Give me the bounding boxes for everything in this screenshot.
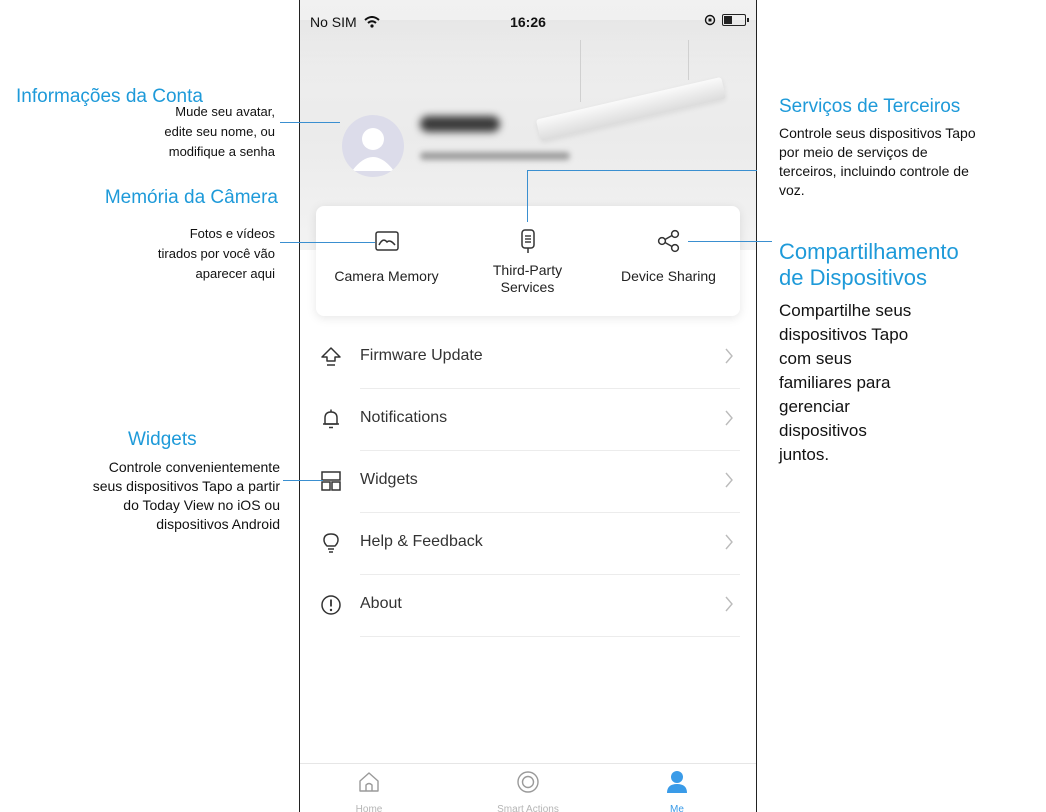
third-party-line: por meio de serviços de xyxy=(779,144,928,160)
third-party-callout-horizontal xyxy=(527,170,757,171)
menu-item-label: Notifications xyxy=(360,409,448,426)
lightbulb-icon xyxy=(323,533,339,553)
status-bar: No SIM 16:26 xyxy=(300,0,756,44)
tab-home[interactable]: Home xyxy=(309,770,429,812)
avatar[interactable] xyxy=(342,115,404,177)
third-party-line: voz. xyxy=(779,182,805,198)
third-party-services-button[interactable]: Third-Party Services xyxy=(457,206,598,316)
clock: 16:26 xyxy=(510,14,546,30)
account-name-blurred[interactable] xyxy=(420,116,500,132)
menu-item-help-feedback[interactable]: Help & Feedback xyxy=(316,513,740,575)
chevron-right-icon xyxy=(725,534,733,550)
battery-icon xyxy=(722,14,749,26)
camera-memory-line: tirados por você vão xyxy=(157,246,275,261)
sharing-line: juntos. xyxy=(779,445,830,464)
tab-me[interactable]: Me xyxy=(617,770,737,812)
status-indicators xyxy=(704,14,749,26)
orientation-lock-icon xyxy=(704,14,716,26)
third-party-services-label: Third-Party Services xyxy=(457,262,598,296)
menu-item-label: Firmware Update xyxy=(360,347,483,364)
camera-memory-description: Fotos e vídeos tirados por você vão apar… xyxy=(60,224,275,284)
camera-memory-title: Memória da Câmera xyxy=(104,187,278,208)
menu-item-widgets[interactable]: Widgets xyxy=(316,451,740,513)
third-party-label-text: Third-Party Services xyxy=(492,262,563,295)
tab-label: Smart Actions xyxy=(497,804,559,812)
menu-item-label: About xyxy=(360,595,402,612)
chevron-right-icon xyxy=(725,410,733,426)
menu-item-about[interactable]: About xyxy=(316,575,740,637)
sharing-line: com seus xyxy=(779,349,852,368)
settings-menu: Firmware Update Notifications Widgets He… xyxy=(316,327,740,637)
widgets-line: seus dispositivos Tapo a partir xyxy=(92,478,280,494)
sharing-title-line: de Dispositivos xyxy=(779,265,927,290)
widgets-description: Controle convenientemente seus dispositi… xyxy=(10,458,280,534)
sharing-line: Compartilhe seus xyxy=(779,301,912,320)
camera-memory-line: Fotos e vídeos xyxy=(189,226,275,241)
tab-bar: Home Smart Actions Me xyxy=(300,763,756,812)
widgets-line: do Today View no iOS ou xyxy=(123,497,280,513)
lamp-wire xyxy=(580,40,581,102)
menu-item-label: Widgets xyxy=(360,471,418,488)
divider xyxy=(360,636,740,637)
menu-item-label: Help & Feedback xyxy=(360,533,483,550)
tab-label: Me xyxy=(670,804,684,812)
third-party-description: Controle seus dispositivos Tapo por meio… xyxy=(779,124,1044,200)
avatar-placeholder-icon xyxy=(352,128,394,171)
third-party-callout-vertical xyxy=(527,170,528,222)
remote-icon xyxy=(520,229,535,253)
bell-icon xyxy=(323,409,339,429)
menu-item-notifications[interactable]: Notifications xyxy=(316,389,740,451)
image-icon xyxy=(374,231,399,251)
camera-memory-button[interactable]: Camera Memory xyxy=(316,206,457,316)
me-icon xyxy=(667,771,687,793)
lamp-wire xyxy=(688,40,689,80)
share-icon xyxy=(657,229,679,253)
chevron-right-icon xyxy=(725,596,733,612)
widgets-callout-line xyxy=(283,480,323,481)
tab-smart-actions[interactable]: Smart Actions xyxy=(468,770,588,812)
account-info-line: modifique a senha xyxy=(168,144,275,159)
sharing-line: dispositivos xyxy=(779,421,867,440)
account-callout-line xyxy=(280,122,340,123)
sharing-title: Compartilhamento de Dispositivos xyxy=(779,239,959,291)
sharing-description: Compartilhe seus dispositivos Tapo com s… xyxy=(779,299,999,467)
camera-memory-callout-line xyxy=(280,242,375,243)
sharing-line: dispositivos Tapo xyxy=(779,325,909,344)
firmware-update-icon xyxy=(321,347,341,366)
account-info-line: Mude seu avatar, xyxy=(175,104,275,119)
tab-label: Home xyxy=(355,804,383,812)
menu-item-firmware-update[interactable]: Firmware Update xyxy=(316,327,740,389)
phone-screen: No SIM 16:26 Camera Memory Third-Party S… xyxy=(299,0,757,812)
smart-actions-icon xyxy=(517,771,539,793)
account-info-line: edite seu nome, ou xyxy=(164,124,275,139)
info-icon xyxy=(321,595,341,615)
sharing-line: gerenciar xyxy=(779,397,850,416)
widgets-title: Widgets xyxy=(128,429,197,450)
sharing-line: familiares para xyxy=(779,373,891,392)
camera-memory-label: Camera Memory xyxy=(334,268,439,284)
shortcut-card: Camera Memory Third-Party Services Devic… xyxy=(316,206,740,316)
device-sharing-label: Device Sharing xyxy=(621,268,716,284)
third-party-line: Controle seus dispositivos Tapo xyxy=(779,125,976,141)
widgets-line: dispositivos Android xyxy=(156,516,280,532)
chevron-right-icon xyxy=(725,348,733,364)
camera-memory-line: aparecer aqui xyxy=(195,266,276,281)
home-icon xyxy=(359,772,379,792)
sharing-callout-line xyxy=(688,241,772,242)
account-email-blurred xyxy=(420,152,570,160)
sharing-title-line: Compartilhamento xyxy=(779,239,959,264)
third-party-line: terceiros, incluindo controle de xyxy=(779,163,969,179)
widgets-line: Controle convenientemente xyxy=(108,459,280,475)
widgets-icon xyxy=(321,471,341,491)
account-info-description: Mude seu avatar, edite seu nome, ou modi… xyxy=(60,102,275,162)
chevron-right-icon xyxy=(725,472,733,488)
third-party-title: Serviços de Terceiros xyxy=(779,96,961,117)
device-sharing-button[interactable]: Device Sharing xyxy=(598,206,739,316)
